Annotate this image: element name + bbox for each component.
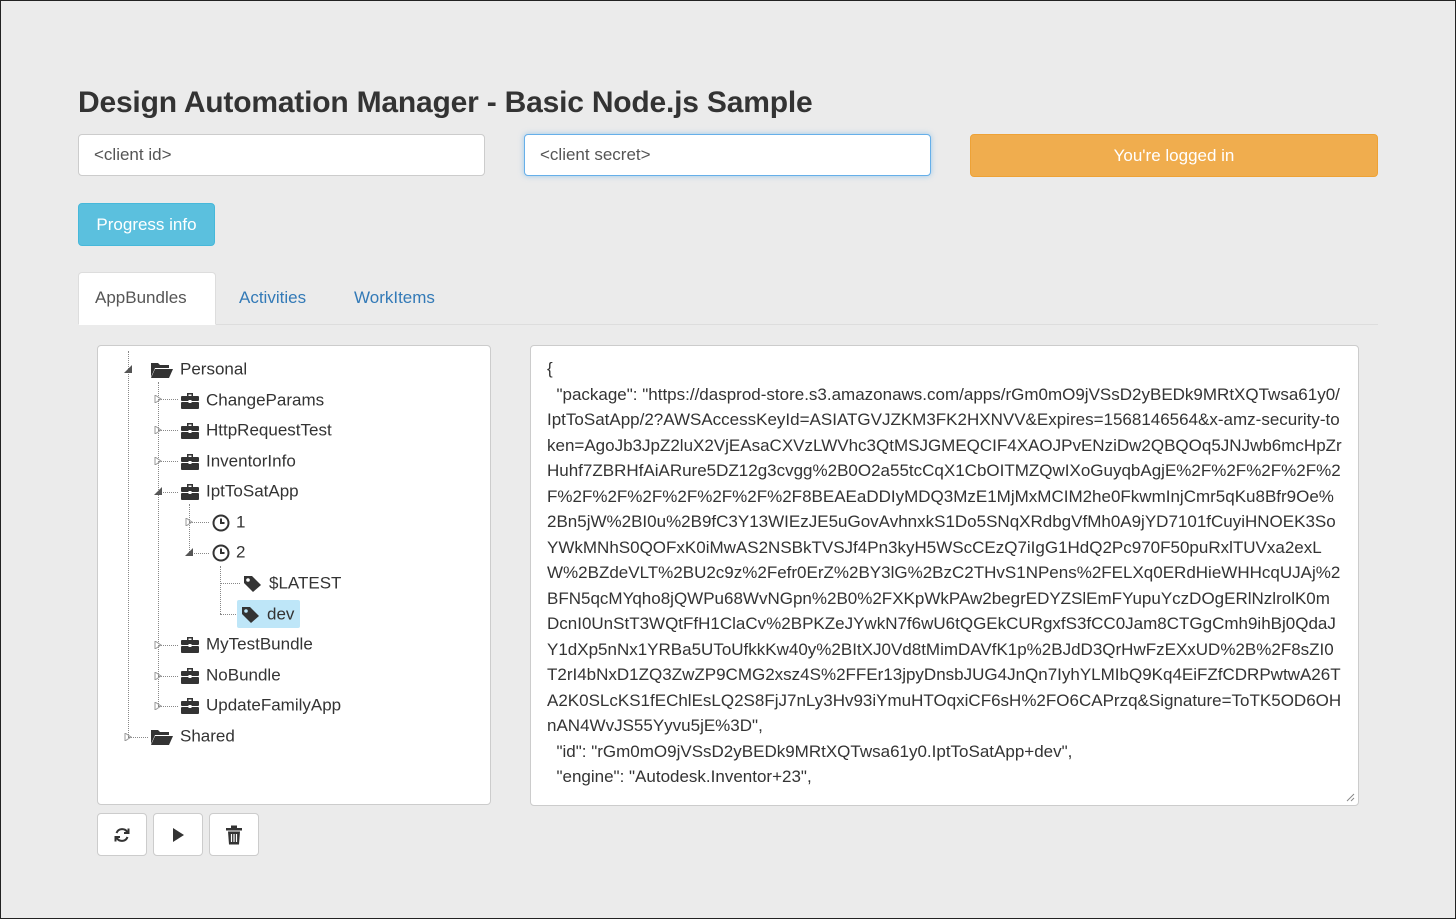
tab-workitems[interactable]: WorkItems — [338, 272, 451, 324]
briefcase-icon — [181, 636, 199, 653]
expand-toggle-icon[interactable] — [154, 702, 162, 710]
trash-icon — [226, 825, 242, 844]
briefcase-icon — [181, 697, 199, 714]
client-id-input[interactable]: <client id> — [78, 134, 485, 176]
details-textarea[interactable]: { "package": "https://dasprod-store.s3.a… — [530, 345, 1359, 806]
page-title: Design Automation Manager - Basic Node.j… — [78, 86, 813, 119]
tab-appbundles[interactable]: AppBundles — [78, 272, 216, 325]
tree-connector — [220, 583, 240, 584]
tree-connector — [189, 504, 190, 554]
tree-node-nobundle[interactable]: NoBundle — [180, 661, 281, 689]
refresh-icon — [114, 827, 130, 842]
tabs-divider — [78, 324, 1378, 325]
clock-icon — [212, 514, 230, 532]
appbundle-tree[interactable]: Personal ChangeParams HttpRequestTest In… — [97, 345, 491, 805]
tree-node-httprequesttest[interactable]: HttpRequestTest — [180, 416, 332, 444]
play-icon — [173, 827, 184, 842]
refresh-button[interactable] — [97, 813, 147, 856]
resize-grip-icon[interactable] — [1345, 792, 1355, 802]
tree-node-mytestbundle[interactable]: MyTestBundle — [180, 630, 313, 658]
tree-connector — [220, 566, 221, 614]
collapse-toggle-icon[interactable] — [154, 487, 162, 495]
tree-node-changeparams[interactable]: ChangeParams — [180, 386, 324, 414]
expand-toggle-icon[interactable] — [154, 395, 162, 403]
client-secret-input[interactable]: <client secret> — [524, 134, 931, 176]
briefcase-icon — [181, 422, 199, 439]
tree-node-alias-latest[interactable]: $LATEST — [243, 569, 341, 597]
tree-connector — [220, 614, 236, 615]
tag-icon — [244, 575, 261, 592]
login-status-button[interactable]: You're logged in — [970, 134, 1378, 177]
tree-node-ipttosatapp[interactable]: IptToSatApp — [180, 477, 299, 505]
expand-toggle-icon[interactable] — [124, 733, 132, 741]
tree-node-shared[interactable]: Shared — [150, 722, 235, 750]
clock-icon — [212, 544, 230, 562]
briefcase-icon — [181, 667, 199, 684]
briefcase-icon — [181, 483, 199, 500]
expand-toggle-icon[interactable] — [154, 672, 162, 680]
folder-open-icon — [151, 729, 173, 745]
folder-open-icon — [151, 362, 173, 378]
expand-toggle-icon[interactable] — [154, 641, 162, 649]
tree-node-version-2[interactable]: 2 — [212, 538, 245, 566]
tree-connector — [128, 351, 129, 737]
tree-node-personal[interactable]: Personal — [150, 355, 247, 383]
progress-info-button[interactable]: Progress info — [78, 203, 215, 246]
delete-button[interactable] — [209, 813, 259, 856]
run-button[interactable] — [153, 813, 203, 856]
briefcase-icon — [181, 392, 199, 409]
tag-icon — [242, 606, 259, 623]
tree-node-updatefamilyapp[interactable]: UpdateFamilyApp — [180, 691, 341, 719]
tree-node-version-1[interactable]: 1 — [212, 508, 245, 536]
expand-toggle-icon[interactable] — [154, 457, 162, 465]
tab-activities[interactable]: Activities — [223, 272, 322, 324]
expand-toggle-icon[interactable] — [154, 426, 162, 434]
collapse-toggle-icon[interactable] — [185, 548, 193, 556]
briefcase-icon — [181, 453, 199, 470]
collapse-toggle-icon[interactable] — [124, 365, 132, 373]
tree-node-inventorinfo[interactable]: InventorInfo — [180, 447, 296, 475]
tree-node-alias-dev[interactable]: dev — [237, 600, 301, 628]
details-json-text: { "package": "https://dasprod-store.s3.a… — [547, 359, 1342, 786]
expand-toggle-icon[interactable] — [185, 518, 193, 526]
